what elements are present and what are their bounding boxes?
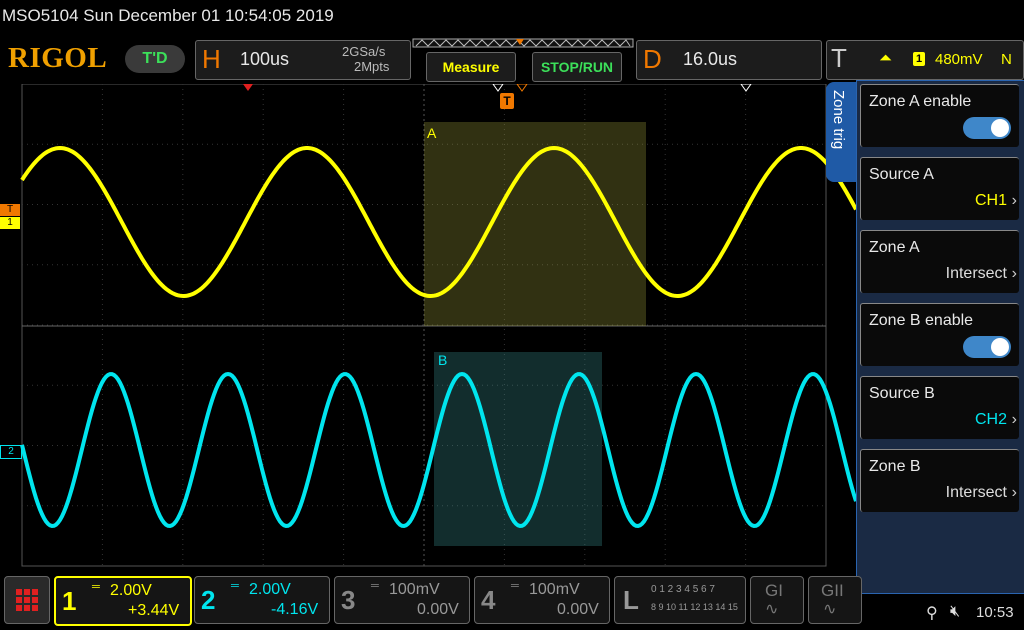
- trigger-level-marker[interactable]: T: [0, 204, 20, 216]
- app-menu-button[interactable]: [4, 576, 50, 624]
- mode-badge[interactable]: T'D: [125, 45, 185, 73]
- ch4-box[interactable]: 4 ═ 100mV 0.00V: [474, 576, 610, 624]
- ch1-box[interactable]: 1 ═ 2.00V +3.44V: [54, 576, 192, 626]
- speaker-muted-icon[interactable]: 🔇︎: [950, 603, 960, 621]
- logic-letter: L: [623, 585, 639, 615]
- menu-zone-b-enable[interactable]: Zone B enable: [860, 303, 1019, 366]
- delay-letter: D: [643, 44, 662, 74]
- zone-a-region: [424, 122, 646, 326]
- source-a-value: CH1: [974, 192, 1007, 209]
- stop-run-label: STOP/RUN: [540, 59, 614, 75]
- ch4-offset: 0.00V: [557, 601, 599, 618]
- timeline-bar: [412, 38, 634, 48]
- zone-b-value: Intersect: [945, 484, 1007, 501]
- ch4-scale: 100mV: [529, 581, 580, 598]
- waveform-display[interactable]: [0, 84, 856, 572]
- ch3-scale: 100mV: [389, 581, 440, 598]
- ch2-offset-marker[interactable]: 2: [0, 445, 22, 459]
- ch-position-marker: [243, 84, 253, 91]
- ch3-offset: 0.00V: [417, 601, 459, 618]
- grid-menu-icon: [16, 589, 38, 611]
- delay-marker: [492, 84, 504, 92]
- decoder-1-box[interactable]: GI ∿: [750, 576, 804, 624]
- measure-button[interactable]: Measure: [426, 52, 516, 82]
- rigol-logo: RIGOL: [8, 42, 108, 74]
- zone-trig-tab[interactable]: Zone trig: [826, 82, 856, 182]
- zone-a-toggle[interactable]: [963, 117, 1011, 139]
- delay-panel[interactable]: D 16.0us: [636, 40, 822, 80]
- ch2-number: 2: [201, 585, 216, 615]
- memory-depth: 2Mpts: [354, 59, 390, 74]
- chevron-right-icon: ›: [1011, 192, 1017, 209]
- menu-label: Source A: [869, 166, 934, 183]
- horizontal-letter: H: [202, 44, 221, 74]
- zone-b-toggle[interactable]: [963, 336, 1011, 358]
- zone-a-value: Intersect: [945, 265, 1007, 282]
- chevron-right-icon: ›: [1011, 411, 1017, 428]
- menu-zone-a-enable[interactable]: Zone A enable: [860, 84, 1019, 147]
- decoder-2-box[interactable]: GII ∿: [808, 576, 862, 624]
- trigger-level: 480mV: [935, 51, 983, 68]
- menu-label: Source B: [869, 385, 935, 402]
- sample-rate: 2GSa/s: [342, 44, 386, 59]
- measure-label: Measure: [442, 59, 500, 75]
- decoder-2-label: GII: [821, 581, 844, 600]
- ch2-box[interactable]: 2 ═ 2.00V -4.16V: [194, 576, 330, 624]
- ch2-scale: 2.00V: [249, 581, 291, 598]
- trigger-letter: T: [831, 43, 847, 73]
- chevron-right-icon: ›: [1011, 484, 1017, 501]
- ch3-box[interactable]: 3 ═ 100mV 0.00V: [334, 576, 470, 624]
- right-marker: [740, 84, 752, 92]
- dc-coupling-icon: ═: [231, 580, 239, 592]
- ch1-offset: +3.44V: [128, 602, 180, 619]
- ch3-number: 3: [341, 585, 356, 615]
- dc-coupling-icon: ═: [511, 580, 519, 592]
- trigger-time-marker: T: [500, 93, 514, 109]
- ch1-offset-marker[interactable]: 1: [0, 217, 20, 229]
- trigger-source: 1: [913, 52, 925, 66]
- menu-source-b[interactable]: Source B CH2 ›: [860, 376, 1019, 439]
- dc-coupling-icon: ═: [92, 581, 100, 593]
- ch4-number: 4: [481, 585, 496, 615]
- zone-a-label: A: [427, 125, 437, 141]
- logic-row-1: 0 1 2 3 4 5 6 7: [651, 584, 715, 595]
- decoder-1-label: GI: [765, 581, 783, 600]
- trigger-panel[interactable]: T ⏶ 1 480mV N: [826, 40, 1024, 80]
- ch1-number: 1: [62, 586, 77, 616]
- title-bar: MSO5104 Sun December 01 10:54:05 2019: [0, 0, 1024, 32]
- logic-row-2: 8 9 10 11 12 13 14 15: [651, 602, 738, 612]
- stop-run-button[interactable]: STOP/RUN: [532, 52, 622, 82]
- menu-zone-b[interactable]: Zone B Intersect ›: [860, 449, 1019, 512]
- menu-label: Zone B enable: [869, 312, 974, 329]
- menu-label: Zone B: [869, 458, 921, 475]
- usb-icon: ⚲: [926, 605, 938, 622]
- horizontal-panel[interactable]: H 100us 2GSa/s 2Mpts: [195, 40, 411, 80]
- zone-b-region: [434, 352, 602, 546]
- decoder-wave-icon: ∿: [765, 601, 779, 618]
- menu-source-a[interactable]: Source A CH1 ›: [860, 157, 1019, 220]
- logic-box[interactable]: L 0 1 2 3 4 5 6 7 8 9 10 11 12 13 14 15: [614, 576, 746, 624]
- source-b-value: CH2: [974, 411, 1007, 428]
- trigger-edge-icon: ⏶: [879, 50, 892, 67]
- menu-zone-a[interactable]: Zone A Intersect ›: [860, 230, 1019, 293]
- timebase-value: 100us: [240, 49, 290, 69]
- chevron-right-icon: ›: [1011, 265, 1017, 282]
- zone-b-label: B: [438, 352, 448, 368]
- menu-label: Zone A enable: [869, 93, 972, 110]
- window-title: MSO5104 Sun December 01 10:54:05 2019: [2, 6, 334, 25]
- decoder-wave-icon: ∿: [823, 601, 837, 618]
- ch2-offset: -4.16V: [271, 601, 319, 618]
- trigger-position-marker: [516, 84, 528, 92]
- menu-label: Zone A: [869, 239, 920, 256]
- ch1-scale: 2.00V: [110, 582, 152, 599]
- trigger-mode: N: [1001, 51, 1012, 68]
- delay-value: 16.0us: [683, 49, 738, 69]
- dc-coupling-icon: ═: [371, 580, 379, 592]
- zone-trig-tab-label: Zone trig: [830, 90, 847, 150]
- clock-time: 10:53: [976, 604, 1014, 621]
